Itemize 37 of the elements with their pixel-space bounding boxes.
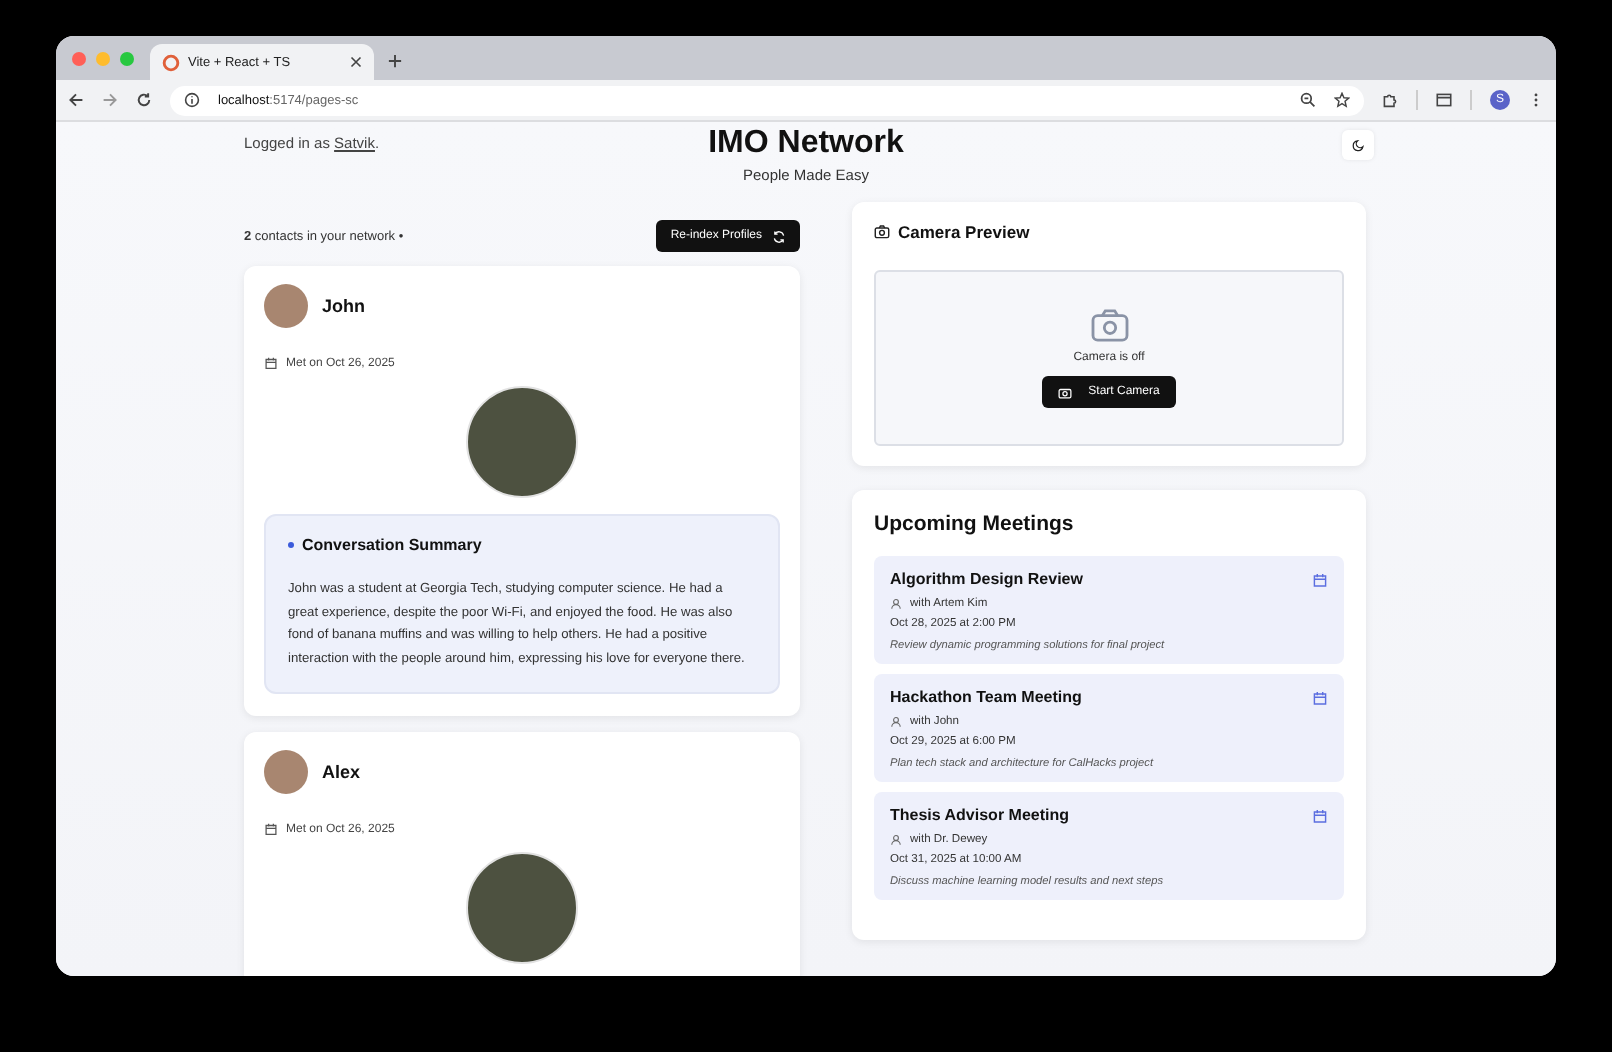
tab-favicon-icon: [162, 53, 180, 71]
calendar-icon: [264, 356, 278, 370]
summary-title: Conversation Summary: [302, 536, 482, 554]
camera-icon: [1058, 385, 1073, 399]
meeting-title: Algorithm Design Review: [890, 570, 1083, 588]
refresh-icon: [772, 229, 786, 243]
forward-icon[interactable]: [102, 92, 118, 108]
contact-name: John: [322, 296, 365, 316]
camera-card-title: Camera Preview: [898, 222, 1030, 242]
reload-icon[interactable]: [136, 92, 152, 108]
star-icon[interactable]: [1334, 92, 1350, 108]
person-icon: [890, 716, 902, 728]
theme-toggle-button[interactable]: [1342, 130, 1374, 160]
zoom-icon[interactable]: [1300, 92, 1316, 108]
calendar-icon: [264, 822, 278, 836]
contact-name: Alex: [322, 762, 361, 782]
bullet-dot: [288, 542, 294, 548]
app-title: IMO Network: [708, 126, 904, 162]
calendar-icon: [1312, 807, 1328, 823]
meeting-title: Hackathon Team Meeting: [890, 688, 1082, 706]
close-tab-icon[interactable]: [350, 56, 362, 68]
person-icon: [890, 834, 902, 846]
calendar-icon: [1312, 689, 1328, 705]
site-info-icon[interactable]: [184, 92, 200, 108]
camera-icon: [1089, 308, 1129, 342]
avatar-photo: [264, 750, 308, 794]
tab-search-icon[interactable]: [1436, 92, 1452, 108]
meeting-title: Thesis Advisor Meeting: [890, 806, 1069, 824]
back-icon[interactable]: [68, 92, 84, 108]
calendar-icon: [1312, 571, 1328, 587]
puzzle-icon[interactable]: [1382, 92, 1398, 108]
new-tab-icon[interactable]: [388, 54, 402, 68]
moon-icon: [1351, 138, 1365, 152]
camera-icon: [874, 224, 890, 240]
avatar-photo: [264, 284, 308, 328]
person-icon: [890, 598, 902, 610]
meetings-title: Upcoming Meetings: [874, 512, 1076, 536]
